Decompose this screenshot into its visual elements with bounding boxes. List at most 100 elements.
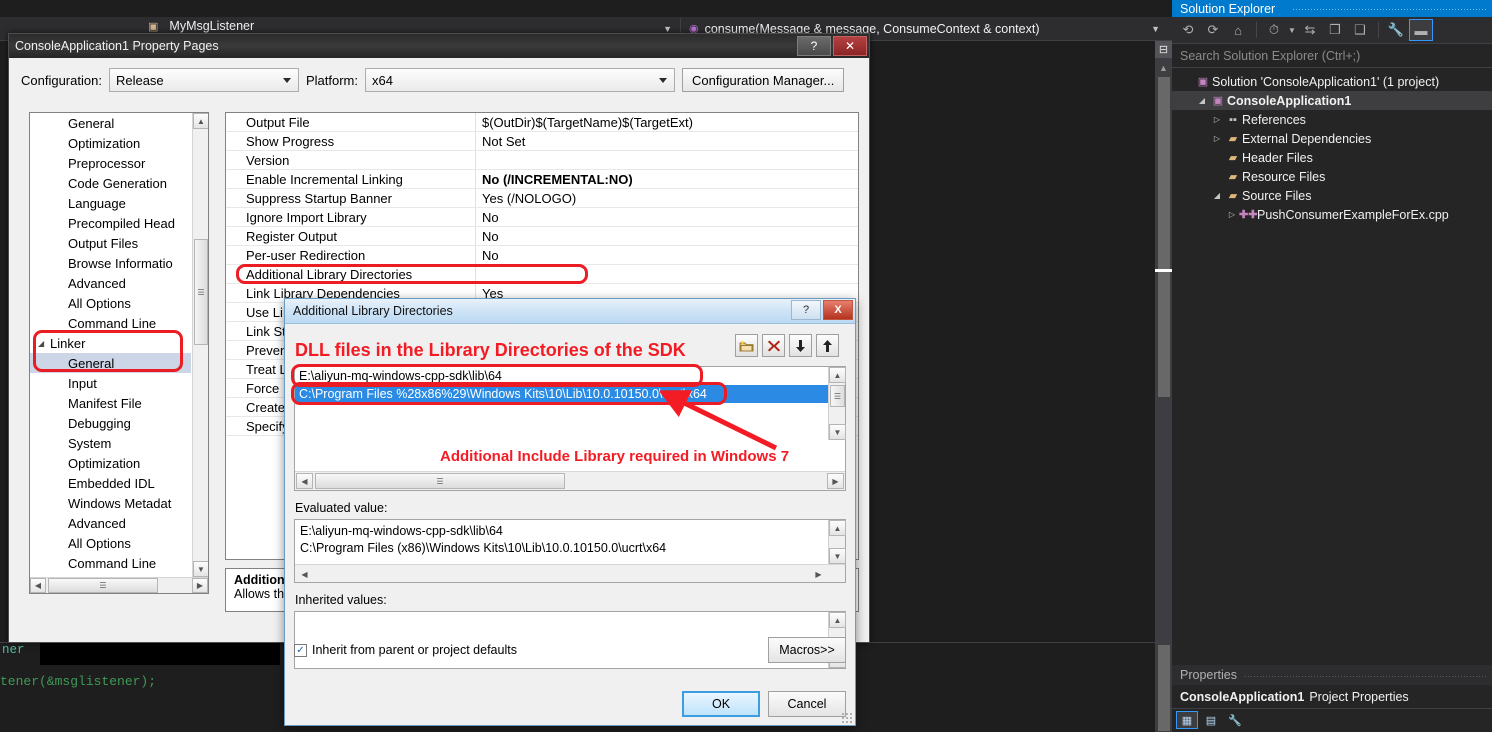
twisty-icon[interactable]: ◢ <box>1210 191 1224 200</box>
editor-vertical-scrollbar[interactable]: ⊟ ▲ <box>1155 41 1172 642</box>
scroll-down-arrow-icon[interactable]: ▼ <box>829 424 846 440</box>
category-tree-hscroll-thumb[interactable]: ☰ <box>48 578 158 593</box>
scroll-up-arrow-icon[interactable]: ▲ <box>829 520 846 536</box>
property-grid-row[interactable]: Ignore Import Library No <box>226 208 858 227</box>
property-grid-row-value[interactable]: No (/INCREMENTAL:NO) <box>476 170 858 188</box>
property-grid-row-value[interactable] <box>476 265 858 283</box>
property-category-item[interactable]: Advanced <box>30 273 191 293</box>
platform-dropdown[interactable]: x64 <box>364 68 675 92</box>
property-grid-row[interactable]: Additional Library Directories <box>226 265 858 284</box>
property-grid-row-value[interactable]: $(OutDir)$(TargetName)$(TargetExt) <box>476 113 858 131</box>
property-category-item[interactable]: Browse Informatio <box>30 253 191 273</box>
property-grid-row-value[interactable]: No <box>476 246 858 264</box>
solution-tree-item[interactable]: ◢ ▰ Source Files <box>1172 186 1492 205</box>
property-category-item[interactable]: General <box>30 353 191 373</box>
new-folder-icon[interactable] <box>735 334 758 357</box>
resize-grip-icon[interactable] <box>841 712 853 724</box>
property-grid-row[interactable]: Show Progress Not Set <box>226 132 858 151</box>
help-button[interactable]: ? <box>797 36 831 56</box>
move-up-icon[interactable] <box>816 334 839 357</box>
scroll-up-arrow-icon[interactable]: ▲ <box>1155 60 1172 75</box>
property-pages-titlebar[interactable]: ConsoleApplication1 Property Pages ? ✕ <box>9 34 869 58</box>
property-grid-row[interactable]: Per-user Redirection No <box>226 246 858 265</box>
property-pages-category-tree[interactable]: General Optimization Preprocessor Code Gene… <box>29 112 209 594</box>
configuration-dropdown[interactable]: Release <box>108 68 299 92</box>
property-grid-row[interactable]: Register Output No <box>226 227 858 246</box>
property-grid-row-value[interactable]: Not Set <box>476 132 858 150</box>
property-category-item[interactable]: Preprocessor <box>30 153 191 173</box>
back-icon[interactable]: ⟲ <box>1176 19 1200 41</box>
category-tree-scroll-thumb[interactable]: ☰ <box>194 239 208 345</box>
property-category-item[interactable]: Precompiled Head <box>30 213 191 233</box>
directory-entry[interactable]: E:\aliyun-mq-windows-cpp-sdk\lib\64 <box>295 367 828 385</box>
delete-icon[interactable] <box>762 334 785 357</box>
property-category-item[interactable]: All Options <box>30 293 191 313</box>
property-category-item[interactable]: Output Files <box>30 233 191 253</box>
property-grid-row[interactable]: Version <box>226 151 858 170</box>
scroll-up-arrow-icon[interactable]: ▲ <box>829 367 846 383</box>
search-solution-explorer-input[interactable]: Search Solution Explorer (Ctrl+;) <box>1172 44 1492 68</box>
solution-tree-item[interactable]: ▷ ▪▪ References <box>1172 110 1492 129</box>
property-category-item[interactable]: General <box>30 113 191 133</box>
twisty-icon[interactable]: ◢ <box>1195 96 1209 105</box>
property-category-item[interactable]: System <box>30 433 191 453</box>
property-category-item[interactable]: Optimization <box>30 453 191 473</box>
scroll-up-arrow-icon[interactable]: ▲ <box>829 612 846 628</box>
property-category-item[interactable]: Debugging <box>30 413 191 433</box>
show-all-files-icon[interactable]: ❑ <box>1348 19 1372 41</box>
property-category-item[interactable]: Language <box>30 193 191 213</box>
property-grid-row-value[interactable]: No <box>476 208 858 226</box>
sync-icon[interactable]: ⇆ <box>1298 19 1322 41</box>
scroll-right-arrow-icon[interactable]: ▶ <box>810 566 827 582</box>
close-button[interactable]: X <box>823 300 853 320</box>
scroll-left-arrow-icon[interactable]: ◀ <box>296 566 313 582</box>
collapse-all-icon[interactable]: ❐ <box>1323 19 1347 41</box>
property-category-item[interactable]: All Options <box>30 533 191 553</box>
list-horizontal-scrollbar[interactable]: ◀ ☰ ▶ <box>295 471 845 490</box>
solution-tree-item[interactable]: ▷ ▰ External Dependencies <box>1172 129 1492 148</box>
scroll-left-arrow-icon[interactable]: ◀ <box>296 473 313 489</box>
scroll-right-arrow-icon[interactable]: ▶ <box>827 473 844 489</box>
evaluated-vertical-scrollbar[interactable]: ▲ ▼ <box>828 520 846 564</box>
property-grid-row[interactable]: Suppress Startup Banner Yes (/NOLOGO) <box>226 189 858 208</box>
property-category-item[interactable]: Optimization <box>30 133 191 153</box>
alphabetical-view-icon[interactable]: ▤ <box>1200 711 1222 729</box>
property-grid-row[interactable]: Enable Incremental Linking No (/INCREMENT… <box>226 170 858 189</box>
property-category-item[interactable]: Command Line <box>30 313 191 333</box>
inherit-checkbox-group[interactable]: ✓ Inherit from parent or project default… <box>294 643 517 657</box>
inherit-checkbox[interactable]: ✓ <box>294 643 307 657</box>
property-category-item[interactable]: Command Line <box>30 553 191 573</box>
property-grid-row-value[interactable]: Yes (/NOLOGO) <box>476 189 858 207</box>
twisty-icon[interactable]: ▷ <box>1225 210 1239 219</box>
macros-button[interactable]: Macros>> <box>768 637 846 663</box>
categorized-view-icon[interactable]: ▦ <box>1176 711 1198 729</box>
property-pages-wrench-icon[interactable]: 🔧 <box>1224 711 1246 729</box>
evaluated-horizontal-scrollbar[interactable]: ◀ ▶ <box>295 564 845 582</box>
editor-lower-scroll-thumb[interactable] <box>1158 645 1170 731</box>
solution-tree-item[interactable]: ▰ Resource Files <box>1172 167 1492 186</box>
scroll-up-arrow-icon[interactable]: ▲ <box>193 113 208 129</box>
editor-lower-scrollbar[interactable] <box>1155 643 1172 732</box>
property-category-item[interactable]: Manifest File <box>30 393 191 413</box>
category-tree-vertical-scrollbar[interactable]: ▲ ☰ ▼ <box>192 113 208 577</box>
pending-changes-icon[interactable]: ⏱ <box>1262 19 1286 41</box>
property-category-item[interactable]: ◢ Linker <box>30 333 191 353</box>
scroll-down-arrow-icon[interactable]: ▼ <box>829 548 846 564</box>
directory-entries[interactable]: E:\aliyun-mq-windows-cpp-sdk\lib\64 C:\Pr… <box>295 367 828 440</box>
list-vertical-scrollbar[interactable]: ▲ ☰ ▼ <box>828 367 846 440</box>
solution-tree-item[interactable]: ◢ ▣ ConsoleApplication1 <box>1172 91 1492 110</box>
cancel-button[interactable]: Cancel <box>768 691 846 717</box>
property-category-item[interactable]: Advanced <box>30 513 191 533</box>
property-category-item[interactable]: Code Generation <box>30 173 191 193</box>
evaluated-value-box[interactable]: E:\aliyun-mq-windows-cpp-sdk\lib\64 C:\Pr… <box>294 519 846 583</box>
solution-tree-item[interactable]: ▰ Header Files <box>1172 148 1492 167</box>
home-icon[interactable]: ⌂ <box>1226 19 1250 41</box>
twisty-icon[interactable]: ▷ <box>1210 115 1224 124</box>
editor-split-handle[interactable]: ⊟ <box>1155 41 1172 58</box>
move-down-icon[interactable] <box>789 334 812 357</box>
scroll-right-arrow-icon[interactable]: ▶ <box>192 578 208 593</box>
property-category-item[interactable]: Input <box>30 373 191 393</box>
chevron-down-icon[interactable]: ▼ <box>1287 19 1297 41</box>
editor-scroll-thumb[interactable] <box>1158 77 1170 397</box>
twisty-icon[interactable]: ◢ <box>38 339 50 348</box>
